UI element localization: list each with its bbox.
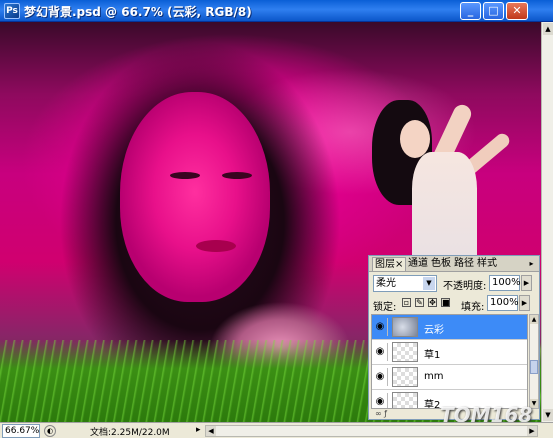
layers-scrollbar[interactable]: ▲ ▼ [529,314,539,409]
layer-name: 草2 [424,400,441,409]
layer-row[interactable]: ◉ 云彩 [372,315,527,340]
scroll-right-icon[interactable]: ▶ [527,426,537,436]
tab-layers-label: 图层 [375,259,395,270]
panel-tabs: 图层× 通道 色板 路径 样式 ▸ [369,256,539,272]
blend-mode-value: 柔光 [376,278,396,289]
layer-row[interactable]: ◉ mm [372,365,527,390]
layer-name: 草1 [424,350,441,361]
tab-layers[interactable]: 图层× [372,257,407,271]
right-eye [222,172,252,179]
photoshop-icon: Ps [4,3,20,19]
fill-input[interactable]: 100% [487,295,519,311]
layers-panel: 图层× 通道 色板 路径 样式 ▸ 柔光 ▼ 不透明度: 100% ▶ 锁定: … [368,255,540,420]
zoom-field[interactable]: 66.67% [2,424,40,438]
maximize-button[interactable]: □ [483,2,504,20]
lock-move-icon[interactable]: ✥ [428,298,437,307]
chevron-down-icon: ▼ [423,277,435,290]
fill-label: 填充: [461,302,485,313]
scroll-left-icon[interactable]: ◀ [206,426,216,436]
lock-transparency-icon[interactable]: ▫ [402,298,411,307]
opacity-input[interactable]: 100% [489,275,521,291]
title-bar: Ps 梦幻背景.psd @ 66.7% (云彩, RGB/8) _ □ ✕ [0,0,553,22]
layer-thumbnail [392,317,418,337]
tab-close-icon[interactable]: × [395,259,403,270]
window-title: 梦幻背景.psd @ 66.7% (云彩, RGB/8) [24,5,252,19]
eye-icon[interactable]: ◉ [373,318,388,336]
document-size: 文档:2.25M/22.0M [90,428,170,438]
tab-paths[interactable]: 路径 [452,257,476,271]
eye-icon[interactable]: ◉ [373,393,388,408]
close-button[interactable]: ✕ [506,2,528,20]
layer-thumbnail [392,367,418,387]
blend-row: 柔光 ▼ 不透明度: 100% ▶ [371,275,537,295]
layer-name: mm [424,371,444,382]
tab-styles[interactable]: 样式 [475,257,499,271]
lips [196,240,236,252]
lock-label: 锁定: [373,302,397,313]
minimize-button[interactable]: _ [460,2,481,20]
tab-swatches[interactable]: 色板 [429,257,453,271]
scroll-thumb[interactable] [530,360,538,374]
tab-channels[interactable]: 通道 [406,257,430,271]
status-menu-icon[interactable]: ▸ [196,425,201,435]
layer-name: 云彩 [424,325,444,336]
portrait-face [120,92,270,302]
eye-icon[interactable]: ◉ [373,343,388,361]
opacity-arrow-icon[interactable]: ▶ [521,275,532,291]
vertical-scrollbar[interactable]: ▲ ▼ [541,22,553,422]
layer-row[interactable]: ◉ 草1 [372,340,527,365]
layers-list: ◉ 云彩 ◉ 草1 ◉ mm ◉ 草2 [371,314,528,409]
lock-brush-icon[interactable]: ✎ [415,298,424,307]
status-bar: 66.67% ◐ 文档:2.25M/22.0M ▸ ◀ ▶ [0,422,553,438]
layer-thumbnail [392,342,418,362]
eye-icon[interactable]: ◉ [373,368,388,386]
lock-all-icon[interactable]: ■ [441,298,450,307]
panel-menu-icon[interactable]: ▸ [526,258,537,269]
status-info-icon[interactable]: ◐ [44,425,56,437]
layer-thumbnail [392,392,418,408]
blend-mode-select[interactable]: 柔光 ▼ [373,275,437,292]
fill-arrow-icon[interactable]: ▶ [519,295,530,311]
opacity-label: 不透明度: [443,281,487,292]
left-eye [170,172,200,179]
scroll-down-icon[interactable]: ▼ [543,409,553,421]
scroll-up-icon[interactable]: ▲ [543,23,553,35]
horizontal-scrollbar[interactable]: ◀ ▶ [205,425,538,437]
dancer-face [400,120,430,158]
scroll-up-icon[interactable]: ▲ [530,315,538,324]
